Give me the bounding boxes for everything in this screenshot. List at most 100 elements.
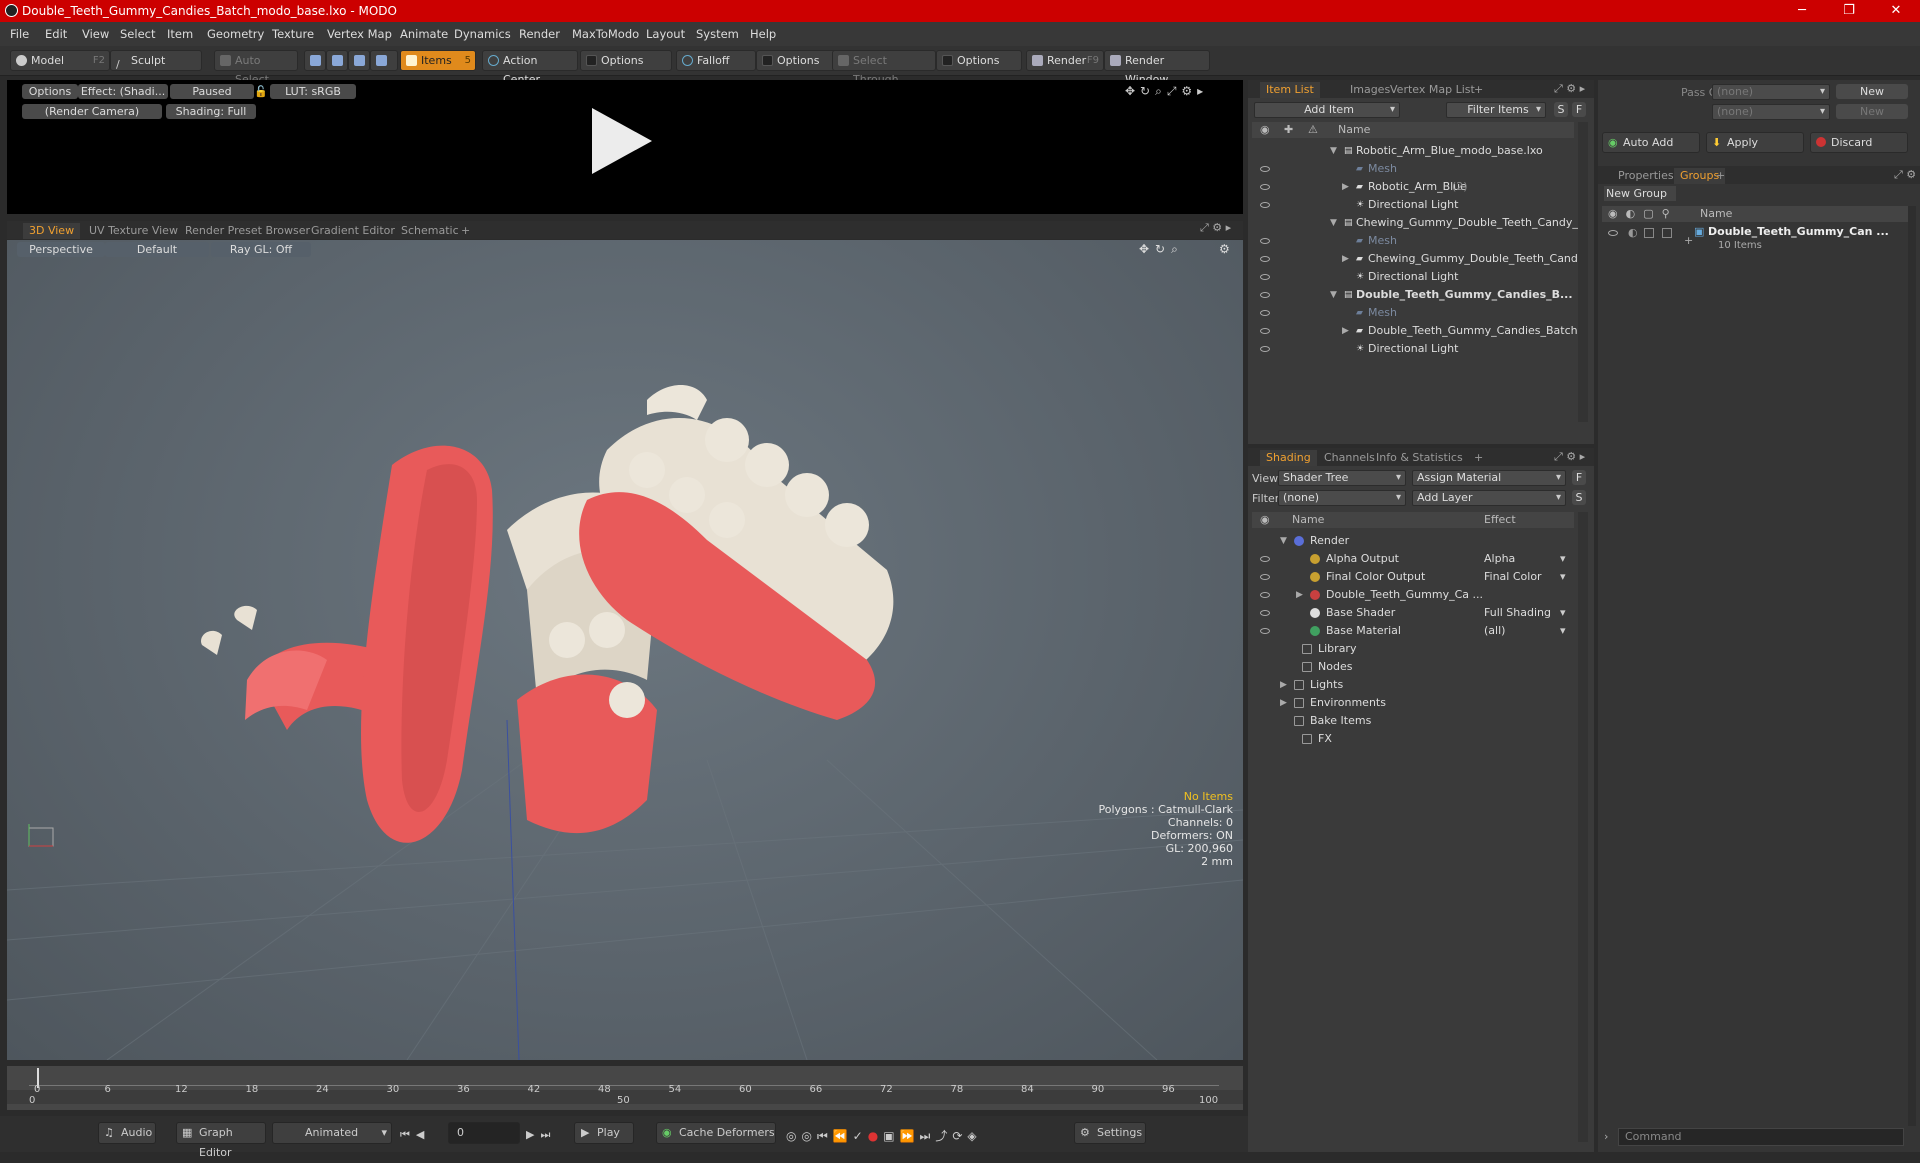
visibility-eye-icon[interactable] bbox=[1260, 310, 1270, 316]
visibility-eye-icon[interactable] bbox=[1260, 346, 1270, 352]
shader-effect-dropdown[interactable]: (all) bbox=[1484, 622, 1568, 640]
apply-button[interactable]: ⬇ Apply bbox=[1706, 132, 1804, 153]
shading-scrollbar[interactable] bbox=[1578, 512, 1588, 1142]
3d-viewport[interactable]: Perspective Default Ray GL: Off ✥↻⌕ ⚙ No… bbox=[7, 240, 1243, 1060]
pass-groups-dropdown[interactable]: (none) bbox=[1712, 84, 1830, 100]
visibility-eye-icon[interactable] bbox=[1260, 184, 1270, 190]
visibility-eye-icon[interactable] bbox=[1260, 256, 1270, 262]
view-tab-2[interactable]: Render Preset Browser bbox=[179, 223, 316, 239]
visibility-eye-icon[interactable] bbox=[1260, 610, 1270, 616]
expand-arrow-icon[interactable]: ▶ bbox=[1342, 178, 1349, 196]
command-input[interactable]: Command bbox=[1618, 1128, 1904, 1146]
preview-nav-icons[interactable]: ✥↻⌕⤢⚙▸ bbox=[1125, 84, 1208, 99]
item-row[interactable]: ☀ Directional Light bbox=[1252, 340, 1574, 358]
groups-expand-icon[interactable]: ⤢ ⚙ bbox=[1894, 168, 1916, 182]
menu-item[interactable]: Item bbox=[167, 27, 193, 41]
falloff-options-button[interactable]: Options bbox=[756, 50, 836, 71]
item-row[interactable]: ▼ ▤ Chewing_Gummy_Double_Teeth_Candy_... bbox=[1252, 214, 1588, 232]
expand-arrow-icon[interactable]: ▶ bbox=[1296, 586, 1303, 604]
expand-arrow-icon[interactable]: ▶ bbox=[1342, 250, 1349, 268]
visibility-eye-icon[interactable] bbox=[1260, 166, 1270, 172]
view-tab-0[interactable]: 3D View bbox=[23, 223, 81, 239]
visibility-eye-icon[interactable] bbox=[1260, 628, 1270, 634]
menu-select[interactable]: Select bbox=[120, 27, 155, 41]
maximize-button[interactable]: ❐ bbox=[1829, 0, 1869, 22]
vertices-mode-button[interactable] bbox=[304, 50, 326, 71]
shading-filter-dropdown[interactable]: (none) bbox=[1278, 490, 1406, 506]
cache-deformers-button[interactable]: ◉ Cache Deformers bbox=[656, 1122, 776, 1144]
render-window-button[interactable]: Render Window bbox=[1104, 50, 1210, 86]
item-row[interactable]: ▰ Mesh bbox=[1252, 304, 1574, 322]
right-panel-tab-0[interactable]: Properties bbox=[1612, 168, 1680, 184]
shader-effect-dropdown[interactable]: Full Shading bbox=[1484, 604, 1568, 622]
shader-row[interactable]: Nodes bbox=[1252, 658, 1574, 676]
visibility-eye-icon[interactable] bbox=[1260, 574, 1270, 580]
auto-select-button[interactable]: Auto Select bbox=[214, 50, 298, 86]
render-camera-dropdown[interactable]: (Render Camera) bbox=[22, 104, 162, 119]
expand-arrow-icon[interactable]: ▶ bbox=[1280, 694, 1287, 712]
action-center-options-button[interactable]: Options bbox=[580, 50, 672, 71]
view-tab-1[interactable]: UV Texture View bbox=[83, 223, 184, 239]
filter-items-input[interactable]: Filter Items bbox=[1446, 102, 1546, 118]
shader-row[interactable]: ▶ Double_Teeth_Gummy_Ca ... bbox=[1252, 586, 1574, 604]
expand-arrow-icon[interactable]: ▶ bbox=[1280, 676, 1287, 694]
visibility-eye-icon[interactable] bbox=[1260, 274, 1270, 280]
item-row[interactable]: ☀ Directional Light bbox=[1252, 196, 1574, 214]
shading-expand-icon[interactable]: ⤢ ⚙ ▸ bbox=[1554, 450, 1585, 464]
passes-dropdown[interactable]: (none) bbox=[1712, 104, 1830, 120]
item-list-f-button[interactable]: F bbox=[1572, 102, 1586, 117]
item-row[interactable]: ▼ ▤ Robotic_Arm_Blue_modo_base.lxo bbox=[1252, 142, 1574, 160]
visibility-eye-icon[interactable] bbox=[1260, 328, 1270, 334]
group-expand-icon[interactable]: + bbox=[1684, 234, 1693, 247]
auto-add-button[interactable]: ◉ Auto Add bbox=[1602, 132, 1700, 153]
shader-row[interactable]: Base Material (all) ▾ bbox=[1252, 622, 1574, 640]
chevron-down-icon[interactable]: ▾ bbox=[1560, 550, 1566, 568]
shader-row[interactable]: ▶ Environments bbox=[1252, 694, 1574, 712]
shader-row[interactable]: Bake Items bbox=[1252, 712, 1574, 730]
expand-arrow-icon[interactable]: ▼ bbox=[1280, 532, 1287, 550]
visibility-eye-icon[interactable] bbox=[1260, 238, 1270, 244]
add-layer-dropdown[interactable]: Add Layer bbox=[1412, 490, 1566, 506]
sculpt-mode-button[interactable]: / Sculpt bbox=[110, 50, 202, 71]
group-visibility-icon[interactable] bbox=[1608, 230, 1618, 236]
expand-arrow-icon[interactable]: ▼ bbox=[1330, 214, 1337, 232]
item-row[interactable]: ▶ ▰ Robotic_Arm_Blue (2) bbox=[1252, 178, 1574, 196]
group-render-icon[interactable]: ◐ bbox=[1628, 226, 1638, 239]
item-row[interactable]: ☀ Directional Light bbox=[1252, 268, 1574, 286]
groups-scrollbar[interactable] bbox=[1908, 206, 1916, 1126]
expand-arrow-icon[interactable]: ▼ bbox=[1330, 286, 1337, 304]
lut-dropdown[interactable]: LUT: sRGB bbox=[270, 84, 356, 99]
group-row[interactable]: ◐ + ▣ Double_Teeth_Gummy_Can ... 10 Item… bbox=[1602, 224, 1914, 260]
menu-layout[interactable]: Layout bbox=[646, 27, 685, 41]
shader-effect-dropdown[interactable]: Alpha bbox=[1484, 550, 1568, 568]
add-item-dropdown[interactable]: Add Item bbox=[1254, 102, 1400, 118]
view-expand-icon[interactable]: ⤢ ⚙ ▸ bbox=[1200, 221, 1231, 235]
menu-system[interactable]: System bbox=[696, 27, 739, 41]
view-tab-3[interactable]: Gradient Editor bbox=[305, 223, 401, 239]
menu-animate[interactable]: Animate bbox=[400, 27, 448, 41]
item-list-scrollbar[interactable] bbox=[1578, 122, 1588, 422]
shader-effect-dropdown[interactable]: Final Color bbox=[1484, 568, 1568, 586]
chevron-down-icon[interactable]: ▾ bbox=[1560, 604, 1566, 622]
passes-new-button[interactable]: New bbox=[1836, 104, 1908, 119]
audio-button[interactable]: ♫ Audio bbox=[98, 1122, 156, 1144]
action-center-button[interactable]: Action Center bbox=[482, 50, 578, 86]
shading-tab-3[interactable]: + bbox=[1468, 450, 1489, 466]
close-button[interactable]: ✕ bbox=[1876, 0, 1916, 22]
item-list-s-button[interactable]: S bbox=[1554, 102, 1568, 117]
chevron-down-icon[interactable]: ▾ bbox=[1560, 568, 1566, 586]
visibility-eye-icon[interactable] bbox=[1260, 292, 1270, 298]
new-group-button[interactable]: New Group bbox=[1604, 186, 1676, 201]
item-list-tab-0[interactable]: Item List bbox=[1260, 82, 1320, 98]
chevron-down-icon[interactable]: ▾ bbox=[1560, 622, 1566, 640]
item-row[interactable]: ▰ Mesh bbox=[1252, 232, 1574, 250]
frame-input[interactable]: 0 bbox=[448, 1122, 520, 1144]
select-through-options-button[interactable]: Options bbox=[936, 50, 1022, 71]
falloff-button[interactable]: Falloff bbox=[676, 50, 756, 71]
minimize-button[interactable]: ─ bbox=[1782, 0, 1822, 22]
shading-f-button[interactable]: F bbox=[1572, 470, 1586, 485]
preview-options-button[interactable]: Options bbox=[22, 84, 78, 99]
menu-edit[interactable]: Edit bbox=[45, 27, 67, 41]
preview-effect-dropdown[interactable]: Effect: (Shadi... bbox=[78, 84, 168, 99]
settings-button[interactable]: ⚙ Settings bbox=[1074, 1122, 1146, 1144]
